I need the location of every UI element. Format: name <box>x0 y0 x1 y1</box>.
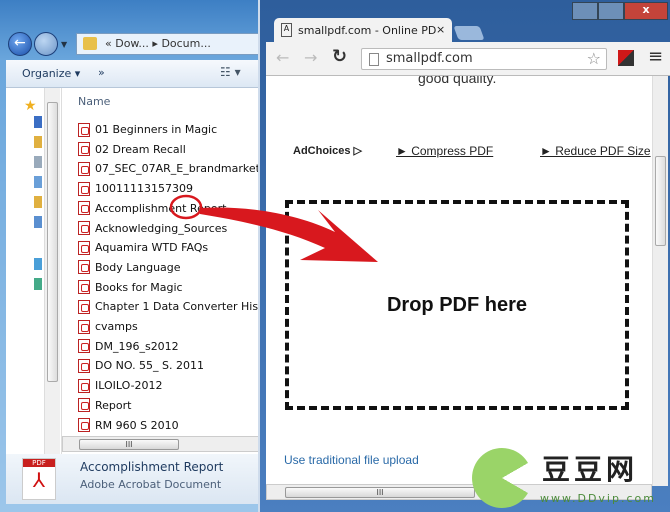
red-arrow-icon <box>200 207 378 262</box>
drag-arrow-overlay <box>169 194 378 262</box>
watermark-text: 豆豆网 <box>542 453 639 486</box>
mascot-logo <box>472 448 532 508</box>
watermark-url: www.DDvip.com <box>540 492 656 505</box>
ddvip-watermark: 豆豆网 www.DDvip.com <box>452 440 670 512</box>
selection-circle <box>169 194 203 220</box>
